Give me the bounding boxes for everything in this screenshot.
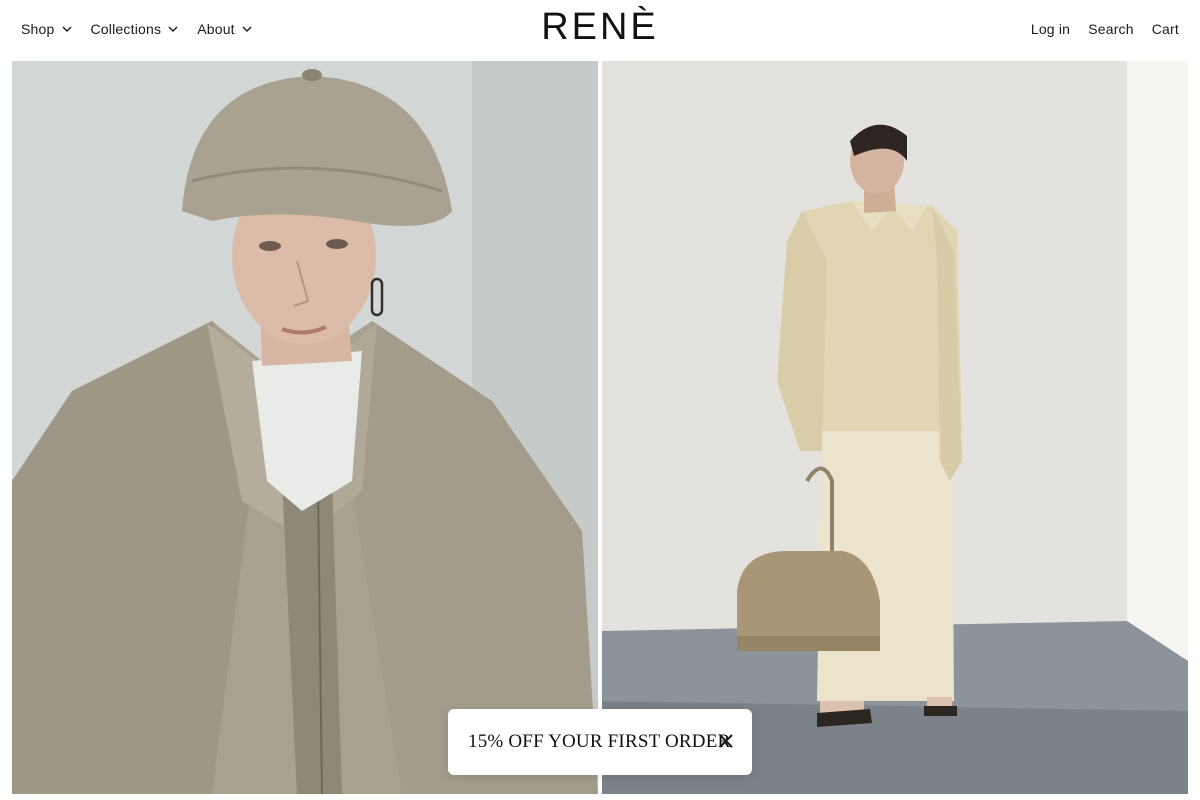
- model-in-textured-jacket-and-cap: [12, 61, 598, 794]
- hero-gallery: [12, 61, 1188, 794]
- site-header: Shop Collections About RENÈ Log in Searc…: [0, 0, 1200, 61]
- brand-logo[interactable]: RENÈ: [0, 6, 1200, 49]
- first-order-promo-banner[interactable]: 15% OFF YOUR FIRST ORDER: [448, 709, 752, 775]
- close-icon[interactable]: [718, 733, 734, 749]
- search-link[interactable]: Search: [1088, 21, 1134, 37]
- cart-link[interactable]: Cart: [1152, 21, 1179, 37]
- hero-image-left[interactable]: [12, 61, 598, 794]
- promo-text: 15% OFF YOUR FIRST ORDER: [468, 731, 731, 752]
- hero-image-right[interactable]: [602, 61, 1188, 794]
- login-link[interactable]: Log in: [1031, 21, 1070, 37]
- model-in-cream-shirt-with-bag: [602, 61, 1188, 794]
- account-nav: Log in Search Cart: [1031, 21, 1179, 37]
